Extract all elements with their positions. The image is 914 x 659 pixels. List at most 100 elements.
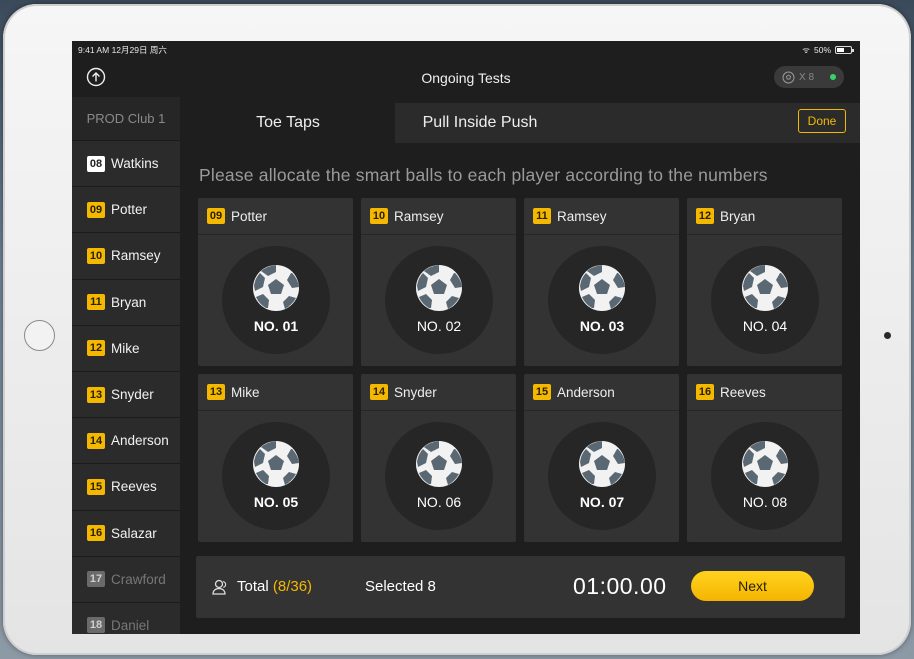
player-name: Salazar [111,525,157,541]
player-name: Reeves [720,384,766,400]
ball-number: NO. 08 [742,494,788,510]
ball-number: NO. 06 [416,494,462,510]
upload-icon[interactable] [86,67,106,87]
sidebar-player-row[interactable]: 14 Anderson [72,418,180,465]
status-right: ᯤ 50% [802,44,854,56]
player-ball-card[interactable]: 11 Ramsey NO. 03 [524,198,679,366]
player-number-badge: 15 [533,384,551,400]
sidebar-player-row[interactable]: 09 Potter [72,187,180,234]
connected-balls-badge[interactable]: X 8 [774,66,844,88]
player-name: Ramsey [557,208,607,224]
sidebar-player-row[interactable]: 12 Mike [72,326,180,372]
soccer-ball-icon [252,264,300,312]
soccer-ball-icon [782,71,795,83]
tablet-frame: 9:41 AM 12月29日 周六 ᯤ 50% Ongoing Tests X … [3,4,911,655]
status-time-date: 9:41 AM 12月29日 周六 [78,44,167,56]
status-bar: 9:41 AM 12月29日 周六 ᯤ 50% [72,41,860,59]
smart-ball-slot[interactable]: NO. 01 [222,246,330,354]
player-name: Ramsey [111,248,161,264]
balls-count: X 8 [799,71,815,83]
player-list: 08 Watkins 09 Potter 10 Ramsey 11 Bryan 12 Mike 13… [72,141,180,634]
player-ball-card[interactable]: 14 Snyder NO. 06 [361,374,516,542]
total-value: (8/36) [272,578,313,595]
player-name: Bryan [720,208,756,224]
tab-toe-taps[interactable]: Toe Taps [181,103,395,143]
card-header: 16 Reeves [687,374,842,411]
instruction-text: Please allocate the smart balls to each … [199,165,768,185]
smart-ball-slot[interactable]: NO. 05 [222,422,330,530]
soccer-ball-icon [741,264,789,312]
player-sidebar: PROD Club 1 08 Watkins 09 Potter 10 Ramsey 11 B… [72,97,180,634]
player-number-badge: 14 [87,432,105,449]
card-header: 15 Anderson [524,374,679,411]
home-button[interactable] [24,320,55,351]
player-name: Ramsey [394,208,444,224]
player-name: Reeves [111,479,157,495]
nav-bar: Ongoing Tests X 8 [72,59,860,97]
club-name[interactable]: PROD Club 1 [72,97,180,141]
player-ball-card[interactable]: 12 Bryan NO. 04 [687,198,842,366]
player-name: Potter [111,202,148,218]
card-header: 12 Bryan [687,198,842,235]
player-name: Mike [111,340,140,356]
status-time: 9:41 AM [78,45,110,55]
sidebar-player-row[interactable]: 10 Ramsey [72,233,180,280]
smart-ball-slot[interactable]: NO. 03 [548,246,656,354]
player-number-badge: 15 [87,478,105,495]
player-name: Anderson [111,433,169,449]
player-ball-card[interactable]: 15 Anderson NO. 07 [524,374,679,542]
card-header: 13 Mike [198,374,353,411]
sidebar-player-row[interactable]: 11 Bryan [72,280,180,326]
player-number-badge: 16 [87,525,105,542]
smart-ball-slot[interactable]: NO. 08 [711,422,819,530]
soccer-ball-icon [252,440,300,488]
soccer-ball-icon [415,264,463,312]
total-label: Total [237,578,269,595]
player-number-badge: 13 [207,384,225,400]
smart-ball-slot[interactable]: NO. 07 [548,422,656,530]
player-ball-card[interactable]: 16 Reeves NO. 08 [687,374,842,542]
soccer-ball-icon [578,264,626,312]
player-number-badge: 11 [533,208,551,224]
sidebar-player-row[interactable]: 13 Snyder [72,372,180,419]
ball-number: NO. 04 [742,318,788,334]
sidebar-player-row[interactable]: 17 Crawford [72,557,180,603]
player-number-badge: 18 [87,617,105,634]
player-name: Daniel [111,617,150,633]
player-number-badge: 12 [87,340,105,357]
next-button[interactable]: Next [691,571,814,601]
wifi-icon: ᯤ [802,44,810,55]
player-ball-card[interactable]: 10 Ramsey NO. 02 [361,198,516,366]
smart-ball-slot[interactable]: NO. 04 [711,246,819,354]
player-number-badge: 12 [696,208,714,224]
done-button[interactable]: Done [798,109,846,133]
tab-pull-inside-push[interactable]: Pull Inside Push [395,103,565,143]
player-number-badge: 11 [87,294,105,311]
sidebar-player-row[interactable]: 18 Daniel [72,603,180,634]
footer-bar: Total (8/36) Selected 8 01:00.00 Next [196,556,845,618]
selected-count: Selected 8 [365,578,436,595]
ball-number: NO. 01 [253,318,299,334]
camera [884,332,891,339]
soccer-ball-icon [741,440,789,488]
smart-ball-slot[interactable]: NO. 06 [385,422,493,530]
page-title: Ongoing Tests [421,70,511,86]
sidebar-player-row[interactable]: 16 Salazar [72,511,180,557]
player-ball-card[interactable]: 09 Potter NO. 01 [198,198,353,366]
player-number-badge: 10 [370,208,388,224]
player-number-badge: 14 [370,384,388,400]
sidebar-player-row[interactable]: 15 Reeves [72,464,180,511]
timer: 01:00.00 [573,573,667,599]
smart-ball-slot[interactable]: NO. 02 [385,246,493,354]
card-header: 10 Ramsey [361,198,516,235]
card-header: 09 Potter [198,198,353,235]
player-name: Mike [231,384,260,400]
player-number-badge: 09 [207,208,225,224]
ball-number: NO. 05 [253,494,299,510]
sidebar-player-row[interactable]: 08 Watkins [72,141,180,188]
player-ball-card[interactable]: 13 Mike NO. 05 [198,374,353,542]
player-number-badge: 17 [87,571,105,588]
player-name: Crawford [111,571,166,587]
total-count: Total (8/36) [237,578,312,595]
test-tabs: Toe Taps Pull Inside Push Done [181,103,860,143]
